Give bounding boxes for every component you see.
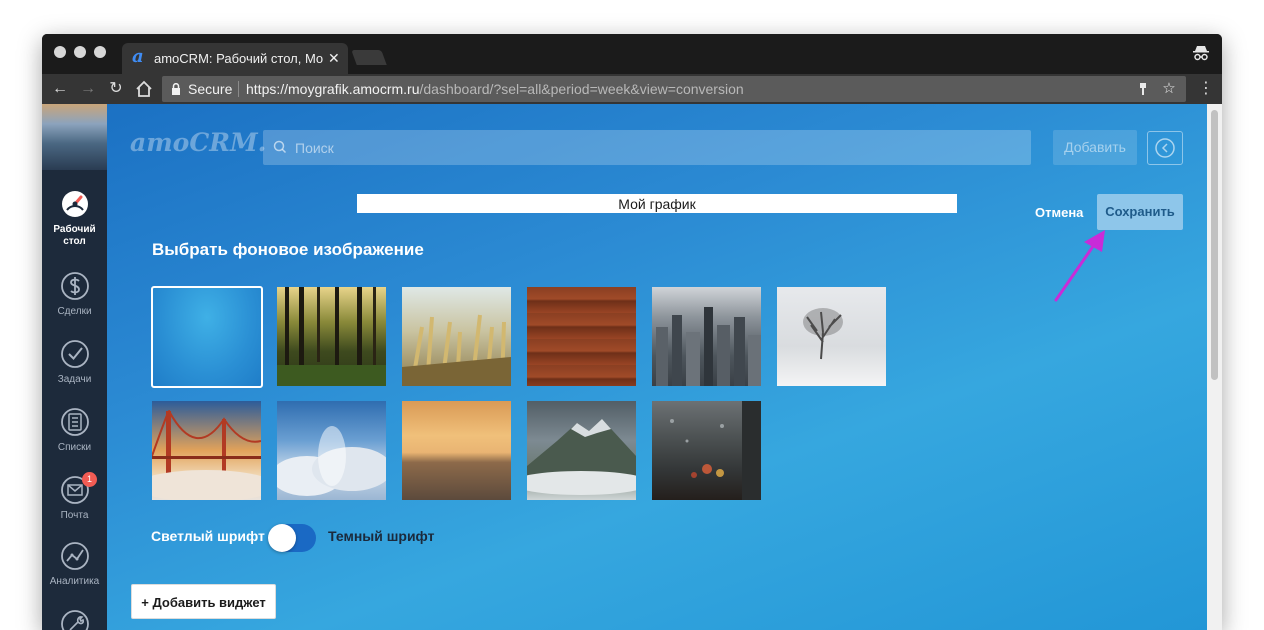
incognito-icon [1193,46,1209,61]
tab-title: amoCRM: Рабочий стол, Мой [154,51,324,66]
plus-icon: + [141,595,153,610]
winter-tree-image [803,308,843,360]
new-tab-button[interactable] [351,50,387,65]
star-icon[interactable]: ☆ [1160,80,1178,98]
wheat-image [402,314,511,386]
back-icon[interactable]: ← [50,79,70,99]
sidebar-label: Аналитика [49,576,100,587]
tab-close-icon[interactable]: ✕ [328,49,340,67]
background-option-wheat[interactable] [402,287,511,386]
user-avatar[interactable] [42,104,107,170]
background-option-winter-tree[interactable] [777,287,886,386]
sidebar-item-dashboard[interactable]: Рабочий стол [42,188,107,248]
background-option-city[interactable] [652,287,761,386]
bridge-image [152,409,261,500]
home-icon[interactable] [134,79,154,99]
dollar-icon [60,272,89,300]
chevron-left-icon [1155,138,1175,158]
sidebar-item-analytics[interactable]: Аналитика [42,540,107,588]
city-image [656,307,761,386]
forward-icon[interactable]: → [78,79,98,99]
background-option-clouds[interactable] [277,401,386,500]
rainy-window-image [670,401,761,500]
dashboard-icon [61,191,88,217]
secure-label: Secure [188,81,233,97]
background-option-sunset-sea[interactable] [402,401,511,500]
browser-tab[interactable]: a amoCRM: Рабочий стол, Мой ✕ [122,43,348,74]
omnibox-divider [238,81,239,97]
tab-bar: a amoCRM: Рабочий стол, Мой ✕ [42,34,1222,74]
toggle-knob [268,524,296,552]
forest-image [277,287,386,386]
browser-toolbar: ← → ↻ Secure https://moygrafik.amocrm.ru… [42,74,1222,104]
check-icon [60,340,89,368]
dashboard-title-input[interactable] [357,194,957,213]
analytics-icon [60,542,89,570]
add-button[interactable]: Добавить [1053,130,1137,165]
mail-badge: 1 [82,472,97,487]
sidebar-label: Рабочий стол [53,224,96,247]
dark-font-label: Темный шрифт [328,528,435,544]
sidebar-item-tasks[interactable]: Задачи [42,338,107,386]
font-toggle[interactable] [268,524,316,552]
sidebar-item-deals[interactable]: Сделки [42,270,107,318]
scrollbar[interactable] [1207,104,1222,630]
reload-icon[interactable]: ↻ [106,79,126,99]
sidebar-item-mail[interactable]: 1 Почта [42,472,107,522]
light-font-label: Светлый шрифт [151,528,265,544]
search-input[interactable] [295,137,995,159]
sidebar-label: Почта [60,510,89,521]
zoom-window-button[interactable] [94,46,106,58]
sidebar-item-settings[interactable] [42,608,107,630]
background-option-mountain[interactable] [527,401,636,500]
section-title: Выбрать фоновое изображение [152,240,424,259]
sidebar: Рабочий стол Сделки Задачи Списки 1 Почт… [42,104,107,630]
add-widget-label: Добавить виджет [152,595,266,610]
background-option-golden-gate[interactable] [152,401,261,500]
amocrm-logo: amoCRM. [130,128,267,157]
search-icon [273,140,287,154]
sidebar-item-lists[interactable]: Списки [42,406,107,454]
clouds-image [277,426,386,496]
close-window-button[interactable] [54,46,66,58]
add-widget-button[interactable]: + Добавить виджет [131,584,276,619]
sidebar-label: Списки [57,442,92,453]
mountain-image [527,419,636,495]
key-icon[interactable] [1134,80,1152,98]
scrollbar-thumb[interactable] [1211,110,1218,380]
amocrm-page: Рабочий стол Сделки Задачи Списки 1 Почт… [42,104,1222,630]
address-bar[interactable]: Secure https://moygrafik.amocrm.ru/dashb… [162,76,1186,102]
url-host: https://moygrafik.amocrm.ru [246,81,420,97]
background-option-rainy-window[interactable] [652,401,761,500]
url-path: /dashboard/?sel=all&period=week&view=con… [419,81,744,97]
collapse-button[interactable] [1147,131,1183,165]
cancel-button[interactable]: Отмена [1035,205,1083,220]
amocrm-favicon-icon: a [132,46,144,67]
background-option-blue[interactable] [151,286,263,388]
url-text[interactable]: https://moygrafik.amocrm.ru/dashboard/?s… [246,81,744,97]
menu-icon[interactable]: ⋮ [1198,80,1214,98]
minimize-window-button[interactable] [74,46,86,58]
browser-window: a amoCRM: Рабочий стол, Мой ✕ ← → ↻ Secu… [42,34,1222,630]
search-bar[interactable] [263,130,1031,165]
settings-icon [60,610,89,630]
save-button[interactable]: Сохранить [1097,194,1183,230]
sidebar-label: Задачи [57,374,92,385]
lock-icon [172,83,180,95]
list-icon [60,408,89,436]
annotation-arrow [1054,230,1105,302]
sidebar-label: Сделки [57,306,92,317]
background-option-wood[interactable] [527,287,636,386]
background-option-forest[interactable] [277,287,386,386]
